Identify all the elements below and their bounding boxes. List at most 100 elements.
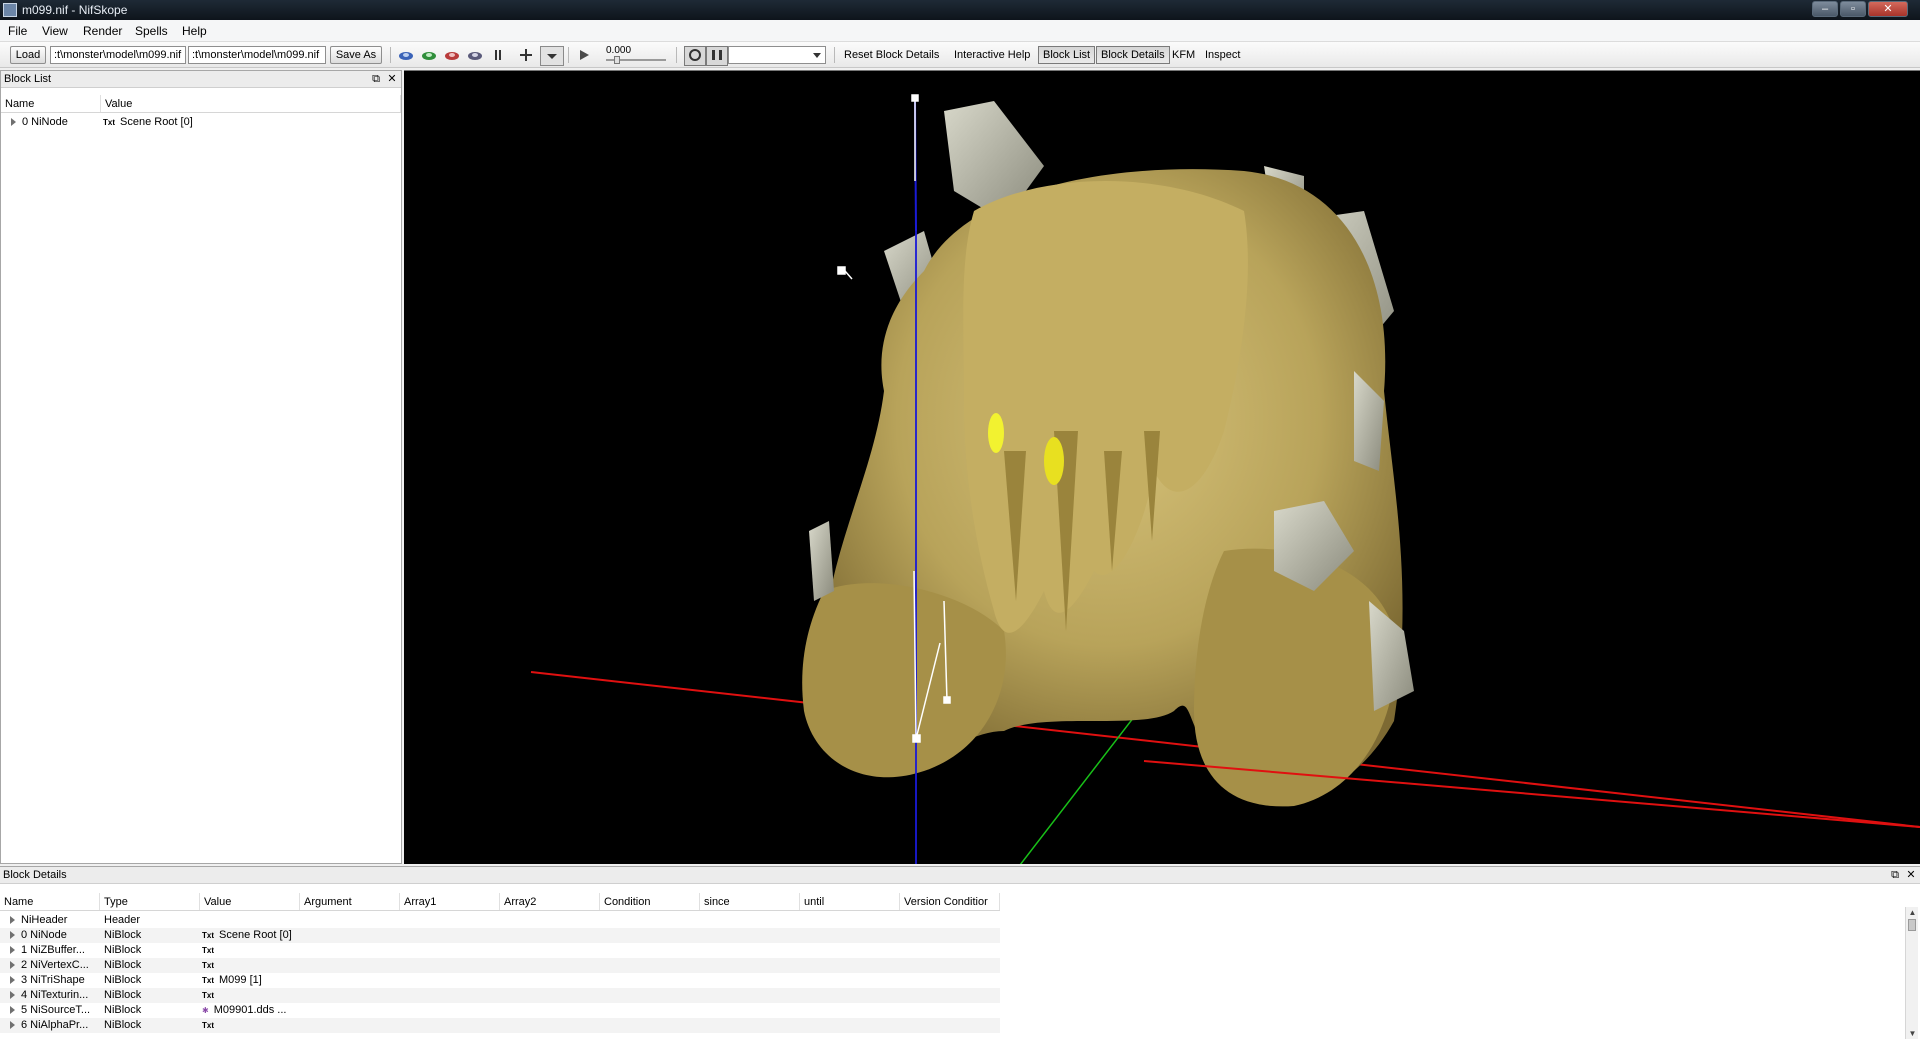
- column-array2[interactable]: Array2: [500, 893, 600, 910]
- float-icon[interactable]: ⧉: [1888, 868, 1902, 882]
- float-icon[interactable]: ⧉: [369, 72, 383, 86]
- view-top-icon[interactable]: [444, 48, 460, 62]
- row-value: M09901.dds ...: [213, 1004, 287, 1016]
- axes-icon[interactable]: [518, 48, 534, 62]
- block-list-toggle[interactable]: Block List: [1038, 46, 1096, 64]
- toolbar-separator: [834, 47, 835, 63]
- creature-model: [802, 101, 1414, 807]
- title-bar: m099.nif - NifSkope – ▫ ✕: [0, 0, 1920, 20]
- table-row[interactable]: 4 NiTexturin... NiBlock Txt: [0, 988, 1000, 1003]
- load-path-input[interactable]: :t\monster\model\m099.nif: [50, 46, 186, 64]
- view-side-icon[interactable]: [421, 48, 437, 62]
- row-value: Scene Root [0]: [219, 929, 292, 941]
- loop-icon[interactable]: [684, 46, 706, 66]
- time-value: 0.000: [606, 45, 632, 56]
- reset-block-details-button[interactable]: Reset Block Details: [844, 49, 939, 61]
- table-row[interactable]: 1 NiZBuffer... NiBlock Txt: [0, 943, 1000, 958]
- row-type: NiBlock: [104, 1004, 142, 1016]
- view-dropdown-icon[interactable]: [540, 46, 564, 66]
- menu-bar: File View Render Spells Help: [0, 20, 1920, 42]
- block-value: Scene Root [0]: [120, 116, 193, 128]
- column-name[interactable]: Name: [0, 893, 100, 910]
- left-eye: [988, 413, 1004, 453]
- block-list-title-bar: Block List ⧉ ✕: [1, 71, 401, 88]
- walk-icon[interactable]: [490, 48, 506, 62]
- column-value[interactable]: Value: [200, 893, 300, 910]
- row-type: Header: [104, 914, 141, 926]
- inspect-button[interactable]: Inspect: [1205, 49, 1240, 61]
- row-name: 3 NiTriShape: [21, 974, 85, 986]
- row-name: 4 NiTexturin...: [21, 989, 89, 1001]
- menu-file[interactable]: File: [8, 24, 27, 38]
- column-condition[interactable]: Condition: [600, 893, 700, 910]
- block-list-title: Block List: [4, 73, 52, 85]
- menu-spells[interactable]: Spells: [135, 24, 168, 38]
- scrollbar-thumb[interactable]: [1908, 919, 1916, 931]
- row-name: 1 NiZBuffer...: [21, 944, 85, 956]
- block-list-panel: Block List ⧉ ✕ Name Value 0 NiNode Txt Sc…: [0, 70, 402, 864]
- expand-icon[interactable]: [10, 931, 15, 940]
- play-icon[interactable]: [576, 48, 592, 62]
- table-row[interactable]: 0 NiNode NiBlock Txt Scene Root [0]: [0, 928, 1000, 943]
- close-icon[interactable]: ✕: [1904, 868, 1918, 882]
- expand-icon[interactable]: [10, 961, 15, 970]
- render-viewport[interactable]: [404, 70, 1920, 864]
- minimize-button[interactable]: –: [1812, 1, 1838, 17]
- scene-render[interactable]: [404, 71, 1920, 864]
- view-user-icon[interactable]: [467, 48, 483, 62]
- column-version-condition[interactable]: Version Conditior: [900, 893, 1000, 910]
- save-path-input[interactable]: :t\monster\model\m099.nif: [188, 46, 326, 64]
- table-row[interactable]: NiHeader Header: [0, 913, 1000, 928]
- close-button[interactable]: ✕: [1868, 1, 1908, 17]
- row-type: NiBlock: [104, 974, 142, 986]
- expand-icon[interactable]: [10, 1021, 15, 1030]
- time-slider[interactable]: [606, 56, 666, 64]
- expand-icon[interactable]: [10, 916, 15, 925]
- maximize-button[interactable]: ▫: [1840, 1, 1866, 17]
- column-name[interactable]: Name: [1, 95, 101, 112]
- save-as-button[interactable]: Save As: [330, 46, 382, 64]
- window-title: m099.nif - NifSkope: [22, 3, 128, 17]
- block-details-title: Block Details: [3, 869, 67, 881]
- expand-icon[interactable]: [10, 976, 15, 985]
- scroll-down-icon[interactable]: ▼: [1908, 1029, 1917, 1038]
- right-eye: [1044, 437, 1064, 485]
- kfm-button[interactable]: KFM: [1172, 49, 1195, 61]
- vertical-scrollbar[interactable]: ▲ ▼: [1905, 907, 1918, 1039]
- column-array1[interactable]: Array1: [400, 893, 500, 910]
- expand-icon[interactable]: [11, 118, 16, 127]
- switch-icon[interactable]: [706, 46, 728, 66]
- expand-icon[interactable]: [10, 991, 15, 1000]
- menu-help[interactable]: Help: [182, 24, 207, 38]
- menu-render[interactable]: Render: [83, 24, 122, 38]
- column-since[interactable]: since: [700, 893, 800, 910]
- row-type: NiBlock: [104, 989, 142, 1001]
- scroll-up-icon[interactable]: ▲: [1908, 908, 1917, 917]
- view-front-icon[interactable]: [398, 48, 414, 62]
- column-until[interactable]: until: [800, 893, 900, 910]
- column-argument[interactable]: Argument: [300, 893, 400, 910]
- list-item[interactable]: 0 NiNode Txt Scene Root [0]: [1, 115, 401, 130]
- load-button[interactable]: Load: [10, 46, 46, 64]
- row-name: 2 NiVertexC...: [21, 959, 89, 971]
- row-name: 5 NiSourceT...: [21, 1004, 91, 1016]
- column-type[interactable]: Type: [100, 893, 200, 910]
- block-details-title-bar: Block Details ⧉ ✕: [0, 867, 1920, 884]
- table-row[interactable]: 3 NiTriShape NiBlock Txt M099 [1]: [0, 973, 1000, 988]
- interactive-help-button[interactable]: Interactive Help: [954, 49, 1030, 61]
- menu-view[interactable]: View: [42, 24, 68, 38]
- column-value[interactable]: Value: [101, 95, 401, 112]
- table-row[interactable]: 6 NiAlphaPr... NiBlock Txt: [0, 1018, 1000, 1033]
- animation-select[interactable]: [728, 46, 826, 64]
- block-details-header: Name Type Value Argument Array1 Array2 C…: [0, 893, 1000, 911]
- expand-icon[interactable]: [10, 946, 15, 955]
- toolbar: Load :t\monster\model\m099.nif :t\monste…: [0, 42, 1920, 68]
- expand-icon[interactable]: [10, 1006, 15, 1015]
- chevron-down-icon: [813, 53, 821, 58]
- text-type-icon: Txt: [202, 931, 214, 940]
- block-details-toggle[interactable]: Block Details: [1096, 46, 1170, 64]
- table-row[interactable]: 2 NiVertexC... NiBlock Txt: [0, 958, 1000, 973]
- table-row[interactable]: 5 NiSourceT... NiBlock ✱ M09901.dds ...: [0, 1003, 1000, 1018]
- time-slider-handle[interactable]: [614, 56, 620, 64]
- close-icon[interactable]: ✕: [385, 72, 399, 86]
